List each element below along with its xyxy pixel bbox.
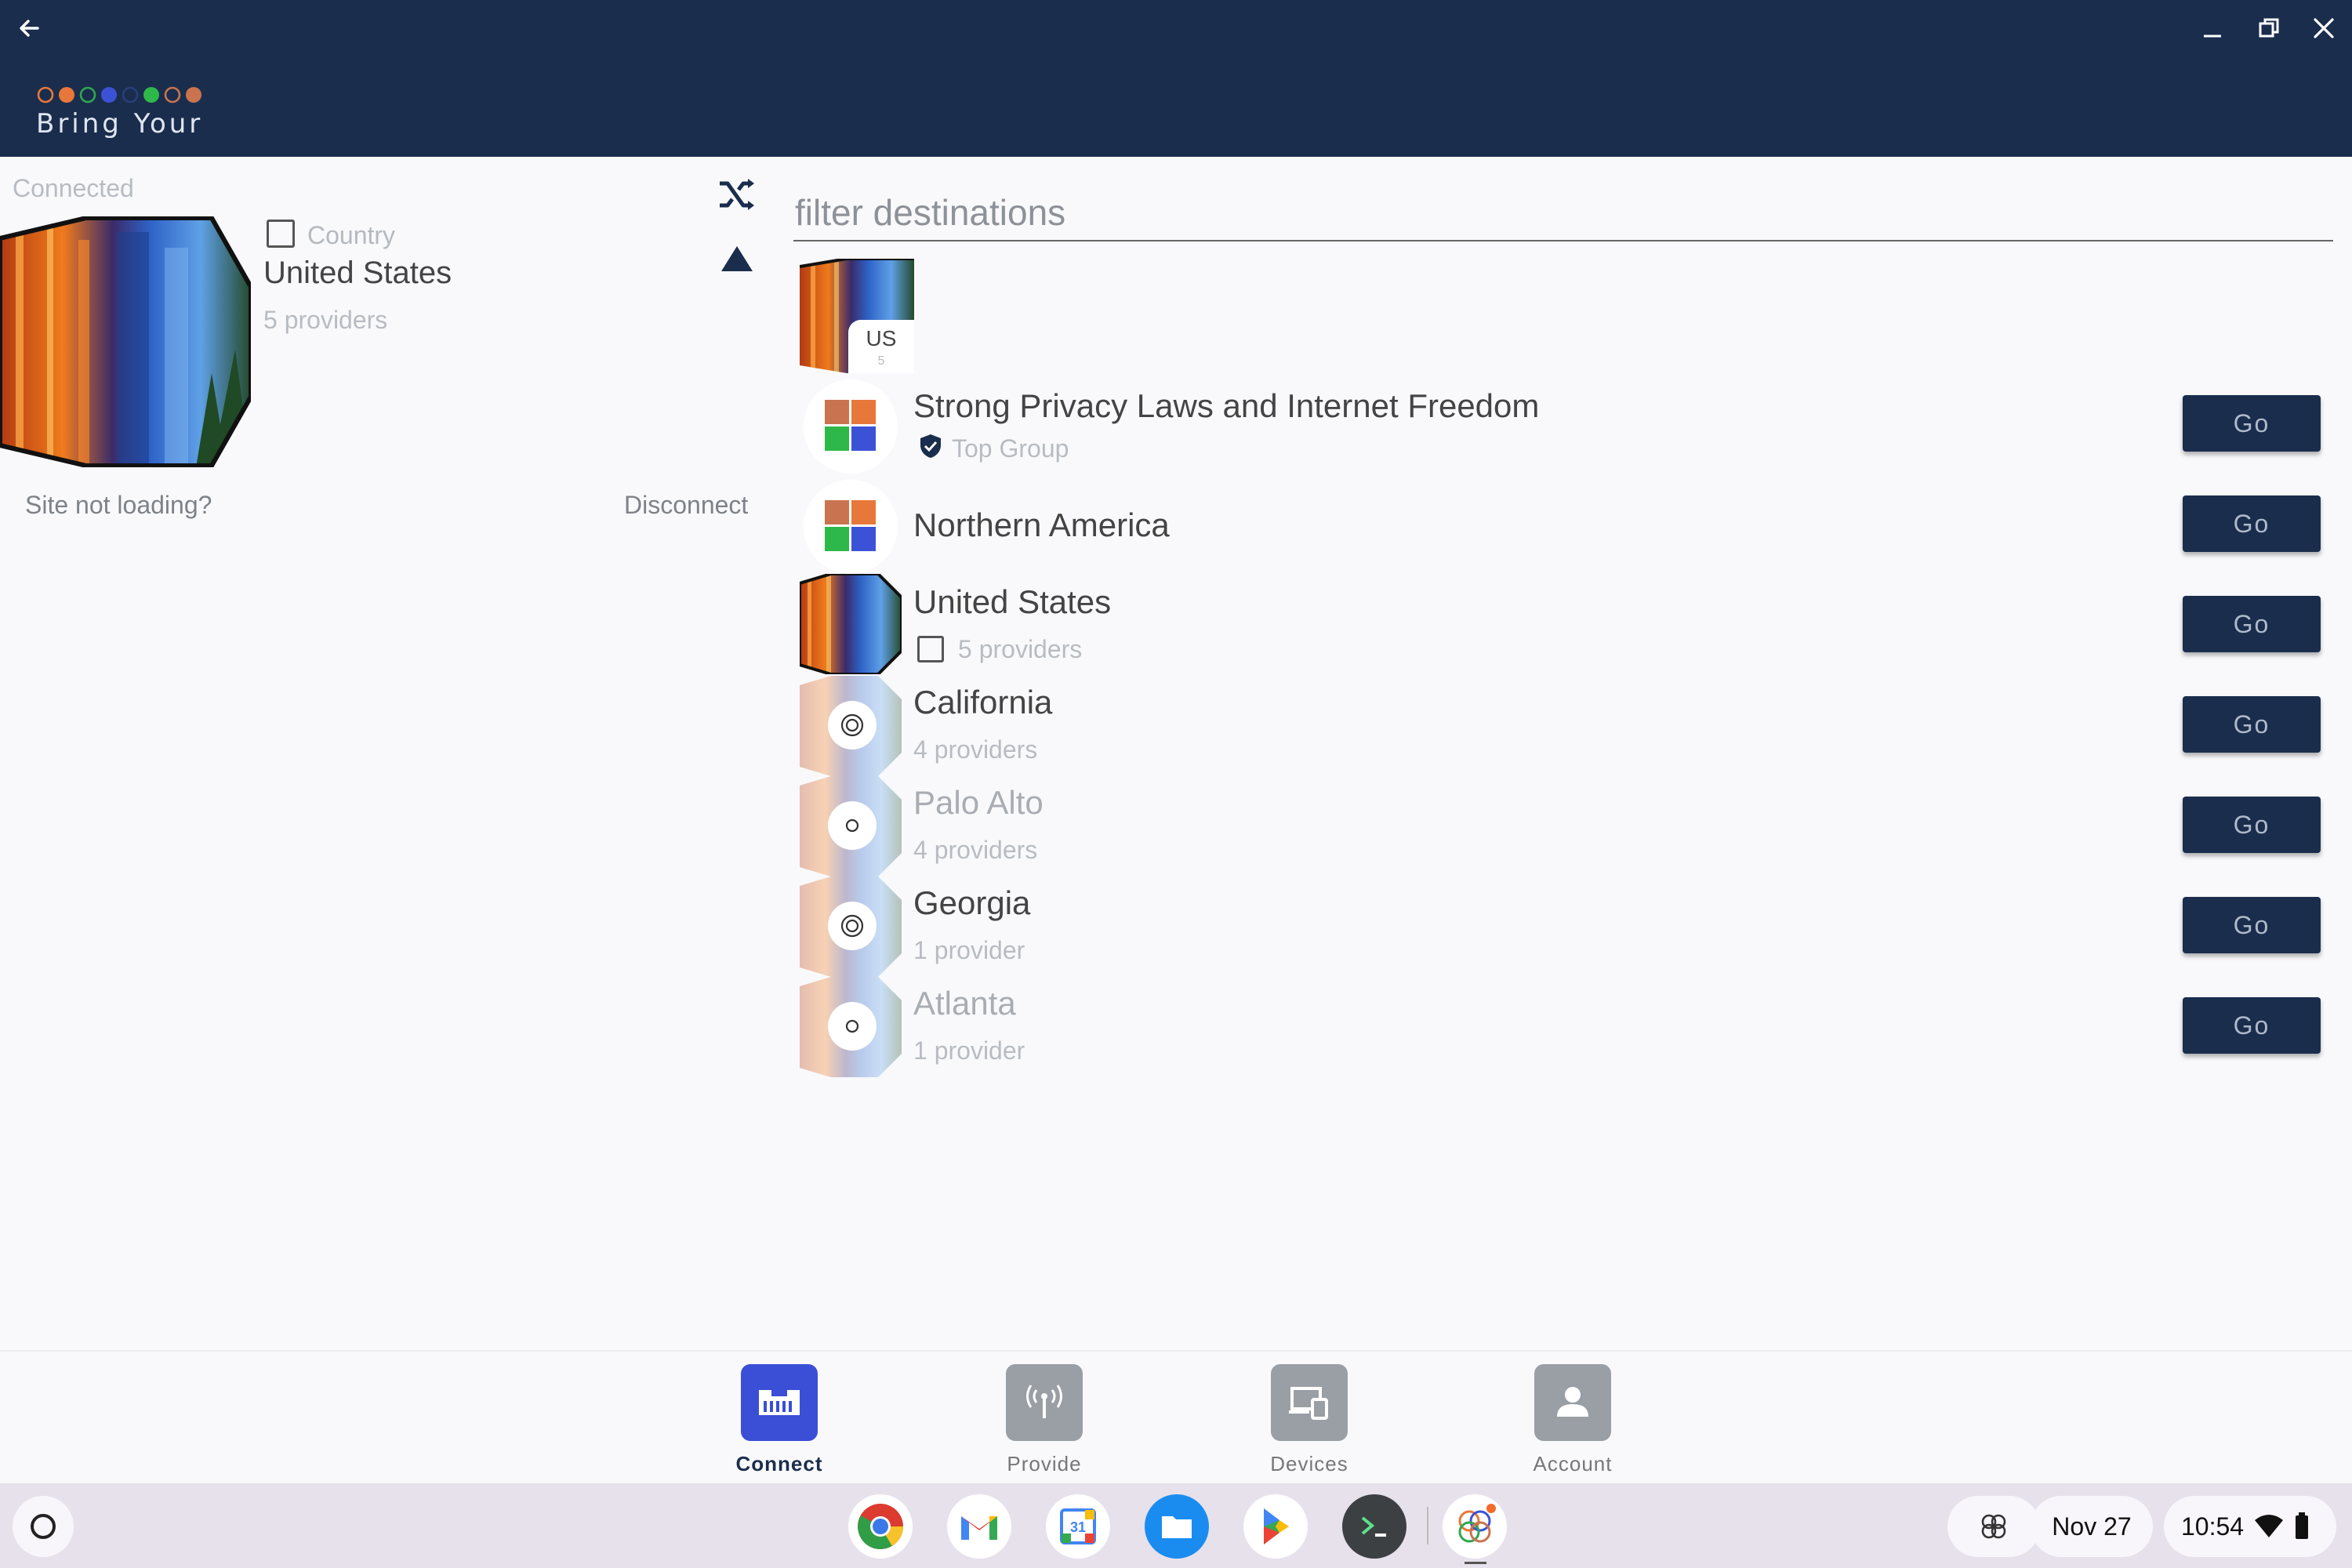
filter-destinations-input[interactable] (793, 185, 2333, 241)
destination-title: United States (913, 583, 1112, 620)
wifi-icon (2255, 1515, 2284, 1537)
collapse-arrow-icon[interactable] (720, 245, 754, 273)
destination-subtitle: 4 providers (913, 735, 1038, 764)
active-app-indicator (1465, 1562, 1486, 1564)
destination-title: Georgia (913, 884, 1031, 921)
group-grid-icon (804, 480, 898, 574)
destination-row-georgia[interactable]: Georgia 1 provider Go (800, 877, 2336, 977)
location-hero-image (0, 216, 251, 467)
date-text: Nov 27 (2052, 1512, 2132, 1541)
destination-subtitle: 5 providers (958, 635, 1083, 663)
logo-wordmark: Bring Your (36, 108, 204, 140)
shuffle-icon[interactable] (715, 172, 759, 216)
connected-provider-count: 5 providers (263, 306, 388, 334)
us-location-image (800, 574, 902, 674)
destination-title: California (913, 684, 1053, 720)
go-button[interactable]: Go (2183, 997, 2321, 1054)
go-button[interactable]: Go (2183, 797, 2321, 853)
app-logo: Bring Your (36, 85, 216, 137)
go-button[interactable]: Go (2183, 495, 2321, 552)
provider-checkbox[interactable] (917, 636, 944, 662)
gmail-icon[interactable] (947, 1494, 1011, 1559)
region-target-icon (828, 701, 877, 750)
destination-row-privacy-group[interactable]: Strong Privacy Laws and Internet Freedom… (800, 376, 2336, 477)
site-not-loading-link[interactable]: Site not loading? (25, 491, 212, 520)
play-store-icon[interactable] (1243, 1494, 1308, 1559)
disconnect-button[interactable]: Disconnect (624, 491, 748, 520)
destination-subtitle: 1 provider (913, 1036, 1025, 1065)
destination-subtitle: 1 provider (913, 936, 1025, 964)
destination-row-united-states[interactable]: United States 5 providers Go (800, 574, 2336, 674)
go-button[interactable]: Go (2183, 395, 2321, 452)
restore-icon[interactable] (2253, 13, 2285, 44)
destination-title: Palo Alto (913, 784, 1044, 821)
nav-provide[interactable]: Provide (982, 1364, 1107, 1476)
clover-icon (1981, 1514, 2006, 1539)
group-grid-icon (804, 379, 898, 474)
country-checkbox[interactable] (267, 220, 295, 248)
calendar-icon[interactable]: 31 (1046, 1494, 1110, 1559)
quick-settings-button[interactable] (1947, 1496, 2040, 1557)
close-icon[interactable] (2308, 13, 2339, 44)
devices-icon (1271, 1364, 1348, 1441)
back-arrow-icon[interactable] (14, 13, 45, 44)
nav-label: Connect (735, 1452, 823, 1475)
nav-devices[interactable]: Devices (1247, 1364, 1372, 1476)
calendar-day: 31 (1070, 1519, 1086, 1535)
launcher-button[interactable] (13, 1496, 74, 1557)
destination-title: Atlanta (913, 985, 1016, 1022)
destination-subtitle: 4 providers (913, 836, 1038, 864)
city-dot-icon (828, 801, 877, 850)
go-button[interactable]: Go (2183, 596, 2321, 652)
system-shelf: 31 Nov 27 10:54 (0, 1483, 2352, 1568)
clock-text: 10:54 (2181, 1512, 2245, 1541)
app-bar: Bring Your (0, 0, 2352, 157)
destination-row-california[interactable]: California 4 providers Go (800, 676, 2336, 776)
go-button[interactable]: Go (2183, 897, 2321, 953)
shelf-separator (1427, 1507, 1428, 1544)
antenna-icon (1006, 1364, 1083, 1441)
battery-icon (2296, 1512, 2309, 1539)
network-icon (741, 1364, 818, 1441)
files-icon[interactable] (1145, 1494, 1209, 1559)
destination-row-atlanta[interactable]: Atlanta 1 provider Go (800, 977, 2336, 1077)
us-provider-count: 5 (877, 354, 885, 368)
terminal-icon[interactable] (1342, 1494, 1406, 1559)
city-dot-icon (828, 1002, 877, 1051)
destination-row-palo-alto[interactable]: Palo Alto 4 providers Go (800, 776, 2336, 877)
go-button[interactable]: Go (2183, 696, 2321, 753)
nav-label: Provide (1007, 1452, 1082, 1475)
chrome-icon[interactable] (848, 1494, 913, 1559)
region-target-icon (828, 902, 877, 950)
destination-subtitle: Top Group (952, 434, 1069, 463)
us-country-code: US (866, 326, 897, 350)
nav-account[interactable]: Account (1510, 1364, 1635, 1476)
bottom-navigation: Connect Provide Devices Account (0, 1350, 2352, 1483)
country-label: Country (307, 221, 396, 249)
minimize-icon[interactable] (2197, 13, 2228, 44)
person-icon (1534, 1364, 1611, 1441)
connection-status: Connected (13, 174, 134, 202)
nav-label: Account (1533, 1452, 1613, 1475)
urnetwork-icon[interactable] (1443, 1494, 1507, 1559)
shield-check-icon (920, 434, 941, 458)
connected-location-name: United States (263, 256, 452, 290)
nav-connect[interactable]: Connect (717, 1364, 842, 1476)
destination-title: Strong Privacy Laws and Internet Freedom (913, 387, 1540, 424)
launcher-circle-icon (31, 1514, 56, 1539)
date-pill[interactable]: Nov 27 (2031, 1496, 2153, 1557)
logo-dots (37, 86, 201, 103)
destination-title: Northern America (913, 506, 1170, 543)
destination-row-northern-america[interactable]: Northern America Go (800, 477, 2336, 577)
nav-label: Devices (1270, 1452, 1348, 1475)
status-tray[interactable]: 10:54 (2164, 1496, 2336, 1557)
